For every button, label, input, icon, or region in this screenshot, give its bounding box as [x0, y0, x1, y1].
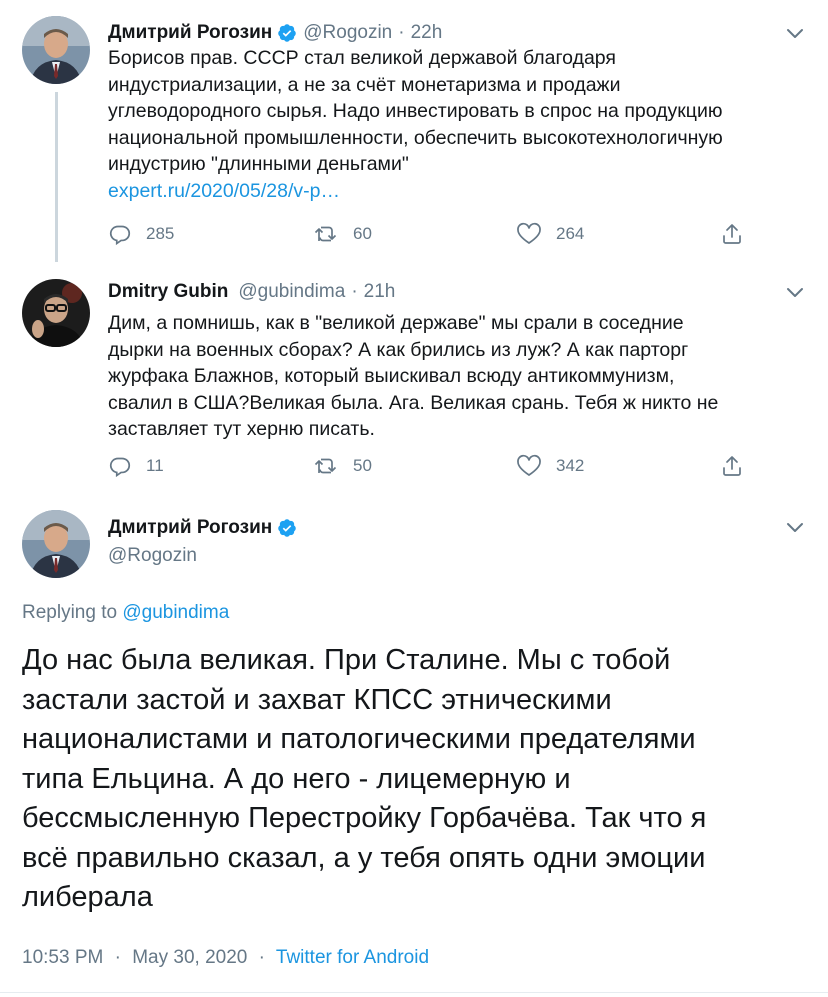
divider [0, 992, 828, 993]
tweet-header: Дмитрий Рогозин @Rogozin · 22h [108, 22, 442, 44]
tweet-text-line: Дим, а помнишь, как в "великой державе" … [108, 312, 684, 334]
tweet-text-line: индустрию "длинными деньгами" [108, 153, 409, 175]
share-button[interactable] [720, 222, 758, 246]
replying-to-label: Replying to [22, 602, 118, 623]
share-icon [723, 224, 741, 244]
retweet-icon [314, 226, 337, 242]
tweet-time[interactable]: 10:53 PM [22, 947, 103, 968]
chevron-down-icon[interactable] [785, 520, 805, 534]
reply-count: 11 [146, 456, 164, 475]
chevron-down-icon[interactable] [785, 285, 805, 299]
reply-icon [109, 457, 131, 478]
tweet-text-line: индустриализации, а не за счёт монетариз… [108, 73, 621, 96]
retweet-button[interactable]: 50 [313, 454, 372, 478]
share-icon [723, 456, 741, 476]
main-text-line: всё правильно сказал, а у тебя опять одн… [22, 841, 706, 874]
thread-line [55, 92, 58, 262]
tweet-text-line: дырки на военных сборах? А как брились и… [108, 338, 689, 361]
replying-to-handle[interactable]: @gubindima [122, 602, 229, 623]
avatar[interactable] [22, 510, 90, 578]
main-text-line: типа Ельцина. А до него - лицемерную и [22, 762, 571, 795]
chevron-down-icon[interactable] [785, 26, 805, 40]
like-count: 264 [556, 224, 585, 243]
reply-count: 285 [146, 224, 175, 243]
tweet-text-line: заставляет тут херню писать. [108, 418, 375, 440]
like-count: 342 [556, 456, 585, 475]
retweet-button[interactable]: 60 [313, 222, 372, 246]
tweet-source-app[interactable]: Twitter for Android [276, 947, 429, 968]
main-tweet-text: До нас была великая. При Сталине. Мы с т… [22, 641, 812, 918]
separator: · [398, 22, 405, 43]
main-text-line: либерала [22, 881, 153, 913]
tweet-rogozin-1[interactable]: Дмитрий Рогозин @Rogozin · 22h Борисов п… [0, 0, 828, 265]
tweet-text-line: Борисов прав. СССР стал великой державой… [108, 47, 616, 69]
main-text-line: До нас была великая. При Сталине. Мы с т… [22, 644, 671, 676]
replying-to: Replying to @gubindima [22, 602, 229, 624]
retweet-count: 60 [353, 224, 372, 243]
retweet-count: 50 [353, 456, 372, 475]
tweet-text-line: журфака Блажнов, который выискивал всюду… [108, 365, 675, 387]
avatar[interactable] [22, 279, 90, 347]
separator: · [258, 947, 265, 968]
handle[interactable]: @Rogozin [108, 545, 197, 567]
handle[interactable]: @Rogozin [303, 22, 392, 44]
tweet-gubin[interactable]: Dmitry Gubin @gubindima · 21h Дим, а пом… [0, 265, 828, 500]
main-name-row: Дмитрий Рогозин [108, 517, 303, 539]
display-name[interactable]: Dmitry Gubin [108, 281, 228, 303]
tweet-header: Dmitry Gubin @gubindima · 21h [108, 281, 395, 303]
retweet-icon [314, 458, 337, 474]
tweet-link[interactable]: expert.ru/2020/05/28/v-p… [108, 178, 818, 205]
tweet-actions: 285 60 264 [108, 222, 748, 252]
verified-badge-icon [277, 23, 297, 43]
display-name[interactable]: Дмитрий Рогозин [108, 517, 272, 539]
main-handle-row: @Rogozin [108, 545, 197, 567]
heart-icon [517, 454, 541, 477]
separator: · [114, 947, 121, 968]
main-text-line: застали застой и захват КПСС этническими [22, 683, 612, 716]
tweet-date[interactable]: May 30, 2020 [132, 947, 247, 968]
like-button[interactable]: 342 [516, 454, 584, 478]
like-button[interactable]: 264 [516, 222, 584, 246]
avatar[interactable] [22, 16, 90, 84]
reply-button[interactable]: 11 [108, 454, 164, 478]
handle[interactable]: @gubindima [238, 281, 345, 303]
verified-badge-icon [277, 518, 297, 538]
main-text-line: националистами и патологическими предате… [22, 723, 696, 755]
main-text-line: бессмысленную Перестройку Горбачёва. Так… [22, 802, 707, 834]
heart-icon [517, 222, 541, 245]
tweet-meta: 10:53 PM · May 30, 2020 · Twitter for An… [22, 947, 429, 969]
tweet-text-line: свалил в США?Великая была. Ага. Великая … [108, 391, 719, 414]
share-button[interactable] [720, 454, 758, 478]
reply-button[interactable]: 285 [108, 222, 174, 246]
timestamp[interactable]: 21h [364, 281, 396, 303]
timestamp[interactable]: 22h [411, 22, 443, 44]
separator: · [351, 281, 358, 302]
tweet-actions: 11 50 342 [108, 454, 748, 484]
reply-icon [109, 225, 131, 246]
display-name[interactable]: Дмитрий Рогозин [108, 22, 272, 44]
tweet-text: Борисов прав. СССР стал великой державой… [108, 45, 818, 204]
tweet-text: Дим, а помнишь, как в "великой державе" … [108, 310, 818, 443]
tweet-text-line: углеводородного сырья. Надо инвестироват… [108, 100, 723, 122]
tweet-text-line: национальной промышленности, обеспечить … [108, 126, 723, 149]
